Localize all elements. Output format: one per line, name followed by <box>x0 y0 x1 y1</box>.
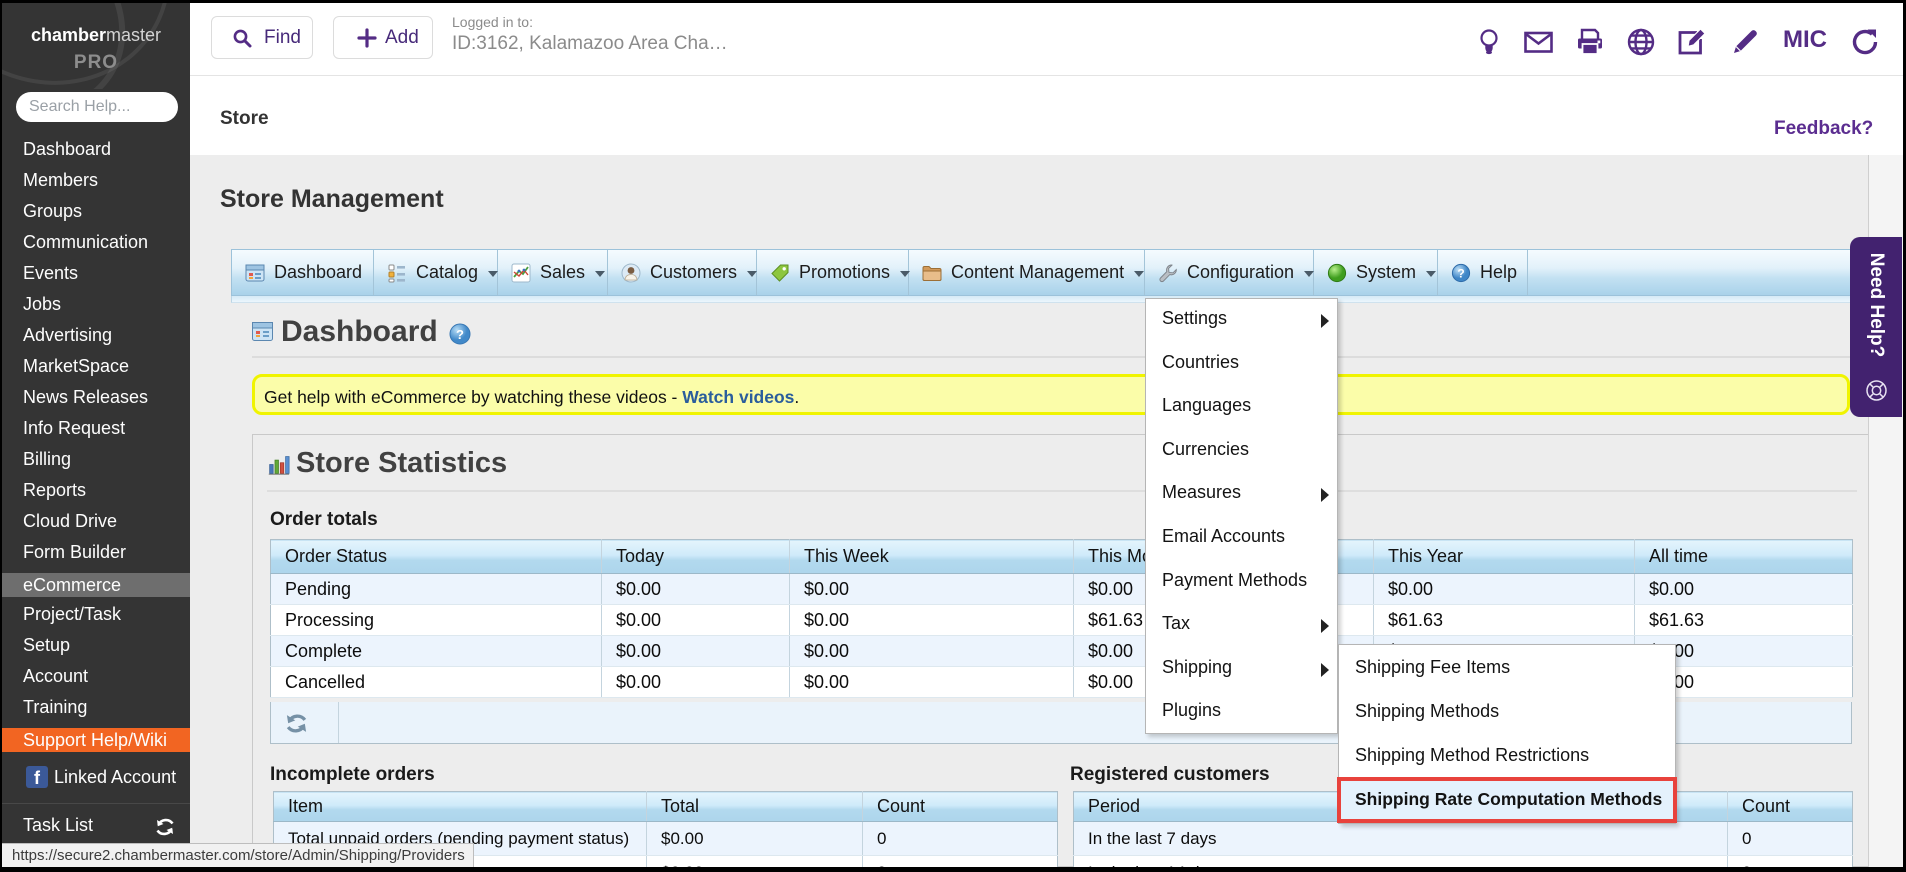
svg-text:?: ? <box>456 327 464 342</box>
svg-text:?: ? <box>1457 266 1464 280</box>
